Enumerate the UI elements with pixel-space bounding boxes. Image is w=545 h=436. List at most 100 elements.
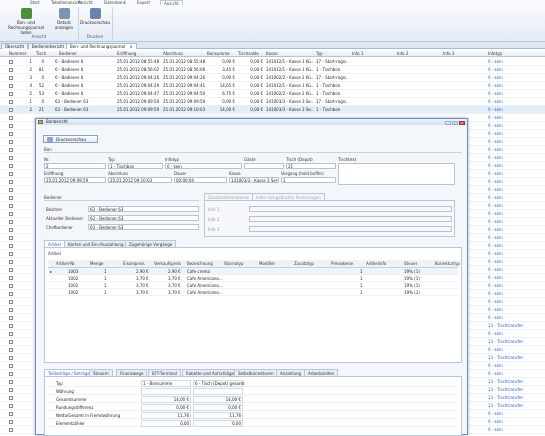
row-checkbox[interactable] [9, 148, 13, 152]
bottom-tab[interactable]: EFT-Terminal [148, 369, 181, 376]
ribbon-tab-view[interactable]: Ansicht [78, 0, 93, 5]
ribbon-tab-active[interactable]: Ansicht [160, 0, 183, 6]
table-row[interactable]: 3 0 6 - Bediener 6 25.01.2012 09:04:26 25.01… [0, 74, 545, 82]
row-checkbox[interactable] [9, 220, 13, 224]
artikel-row[interactable]: 1002 1 3,70 € 3,70 € Cafe Americano... 1 19% (… [48, 275, 458, 282]
maximize-icon[interactable]: □ [452, 121, 458, 125]
row-checkbox[interactable] [9, 364, 13, 368]
artikel-col-modifier[interactable]: Modifier [259, 261, 275, 266]
close-icon[interactable]: × [459, 121, 465, 125]
bon-gaeste-field[interactable] [244, 163, 284, 169]
col-info3[interactable]: Info 3 [443, 51, 454, 56]
row-checkbox[interactable] [9, 92, 13, 96]
load-journal-button[interactable]: Bon- und Rechnungsjournal laden [2, 8, 50, 35]
print-preview-button[interactable]: Druckvorschau [80, 8, 110, 25]
artikel-col-stornotyp[interactable]: Stornotyp [224, 261, 244, 266]
ribbon-tab-export[interactable]: Export [137, 0, 150, 5]
bediener-chef-field[interactable]: 63 - Bediener 63 [88, 224, 199, 230]
row-checkbox[interactable] [9, 324, 13, 328]
col-bonsumme[interactable]: Bonsumme [207, 51, 230, 56]
artikel-col-bezeichnung[interactable]: Bezeichnung [187, 261, 213, 266]
row-checkbox[interactable] [9, 68, 13, 72]
col-infotyp[interactable]: Infotyp [488, 51, 502, 56]
row-checkbox[interactable] [9, 196, 13, 200]
row-checkbox[interactable] [9, 204, 13, 208]
table-row[interactable]: 1 0 6 - Bediener 6 25.01.2012 08:55:48 25.01… [0, 58, 545, 66]
col-eroeffnung[interactable]: Eröffnung [117, 51, 136, 56]
minimize-icon[interactable]: – [445, 121, 451, 125]
row-checkbox[interactable] [9, 188, 13, 192]
row-checkbox[interactable] [9, 340, 13, 344]
row-checkbox[interactable] [9, 76, 13, 80]
col-bediener[interactable]: Bediener [59, 51, 77, 56]
row-checkbox[interactable] [9, 252, 13, 256]
tab-journal[interactable]: Bon- und Rechnungsjournal × [66, 43, 137, 49]
artikel-col-korrektur[interactable]: Korrekturtyp [435, 261, 460, 266]
row-checkbox[interactable] [9, 300, 13, 304]
row-checkbox[interactable] [9, 60, 13, 64]
artikel-col-vkpreis[interactable]: Verkaufspreis [154, 261, 181, 266]
tab-rueckgebucht[interactable]: Infos rückgebuchte Rechnungen [252, 193, 325, 200]
ribbon-tab-database[interactable]: Datenbank [104, 0, 126, 5]
bottom-tab[interactable]: Arbeitszeiten [304, 369, 339, 376]
bon-tisch-field[interactable]: 21 [286, 163, 336, 169]
row-checkbox[interactable] [9, 276, 13, 280]
row-checkbox[interactable] [9, 228, 13, 232]
row-checkbox[interactable] [9, 316, 13, 320]
table-row[interactable]: 2 21 63 - Bediener 63 25.01.2012 09:09:59 25… [0, 106, 545, 114]
row-checkbox[interactable] [9, 428, 13, 432]
artikel-col-preisebene[interactable]: Preisebene [331, 261, 353, 266]
bottom-tab[interactable]: Selbstkorrekturen [234, 369, 278, 376]
artikel-col-zusatztyp[interactable]: Zusatztyp [294, 261, 314, 266]
row-checkbox[interactable] [9, 268, 13, 272]
artikel-col-menge[interactable]: Menge [90, 261, 103, 266]
table-row[interactable]: 2 81 6 - Bediener 6 25.01.2012 08:56:02 25.0… [0, 66, 545, 74]
col-info1[interactable]: Info 1 [352, 51, 363, 56]
artikel-col-artikelinfo[interactable]: Artikelinfo [366, 261, 386, 266]
row-checkbox[interactable] [9, 396, 13, 400]
ribbon-tab-start[interactable]: Start [30, 0, 40, 5]
bon-vorgang-field[interactable]: 1 [281, 177, 336, 183]
col-tisch[interactable]: Tisch [36, 51, 46, 56]
artikel-row[interactable]: ▸ 1003 1 2,90 € 2,90 € Cafe crema 1 19% (1) [48, 268, 458, 275]
bon-dauer-field[interactable]: 00:00:04 [174, 177, 227, 183]
col-abschluss[interactable]: Abschluss [163, 51, 183, 56]
print-preview-dialog-button[interactable]: Druckvorschau [43, 135, 98, 143]
row-checkbox[interactable] [9, 284, 13, 288]
row-checkbox[interactable] [9, 356, 13, 360]
bottom-tab[interactable]: Anzahlung [276, 369, 306, 376]
bon-nr-field[interactable]: 2 [44, 163, 106, 169]
bon-tischtext-field[interactable] [338, 163, 455, 185]
col-nummer[interactable]: Nummer [9, 51, 26, 56]
tab-operator-report[interactable]: Bedienerbericht [28, 43, 69, 49]
bediener-aktuell-field[interactable]: 63 - Bediener 63 [88, 215, 199, 221]
row-checkbox[interactable] [9, 388, 13, 392]
table-row[interactable]: 5 53 6 - Bediener 6 25.01.2012 09:04:47 25.0… [0, 90, 545, 98]
row-checkbox[interactable] [9, 116, 13, 120]
table-row[interactable]: 4 52 6 - Bediener 6 25.01.2012 09:04:29 25.0… [0, 82, 545, 90]
col-kasse[interactable]: Kasse [266, 51, 278, 56]
bon-kasse-field[interactable]: 141003/3 - Kasse 3 Servi [229, 177, 279, 183]
bon-infotyp-field[interactable]: 0 - kein [165, 163, 242, 169]
col-tischsaldo[interactable]: Tischsaldo [238, 51, 259, 56]
row-checkbox[interactable] [9, 372, 13, 376]
row-checkbox[interactable] [9, 244, 13, 248]
bon-eroeffnung-field[interactable]: 25.01.2012 09:09:59 [44, 177, 106, 183]
bon-typ-field[interactable]: 1 - Tischbon [108, 163, 163, 169]
artikel-row[interactable]: 1002 1 3,70 € 3,70 € Cafe Americano... 1 19% (… [48, 289, 458, 296]
details-button[interactable]: Details anzeigen [53, 8, 75, 30]
tab-karten[interactable]: Karten und Ein-/Auszahlung [64, 240, 128, 247]
artikel-col-steuer[interactable]: Steuer [404, 261, 417, 266]
row-checkbox[interactable] [9, 164, 13, 168]
row-checkbox[interactable] [9, 84, 13, 88]
row-checkbox[interactable] [9, 404, 13, 408]
row-checkbox[interactable] [9, 412, 13, 416]
row-checkbox[interactable] [9, 100, 13, 104]
row-checkbox[interactable] [9, 420, 13, 424]
row-checkbox[interactable] [9, 132, 13, 136]
dialog-titlebar[interactable]: Bonbericht – □ × [36, 119, 467, 125]
row-checkbox[interactable] [9, 380, 13, 384]
row-checkbox[interactable] [9, 180, 13, 184]
tab-artikel[interactable]: Artikel [44, 240, 65, 247]
bon-abschluss-field[interactable]: 25.01.2012 09:10:03 [108, 177, 172, 183]
